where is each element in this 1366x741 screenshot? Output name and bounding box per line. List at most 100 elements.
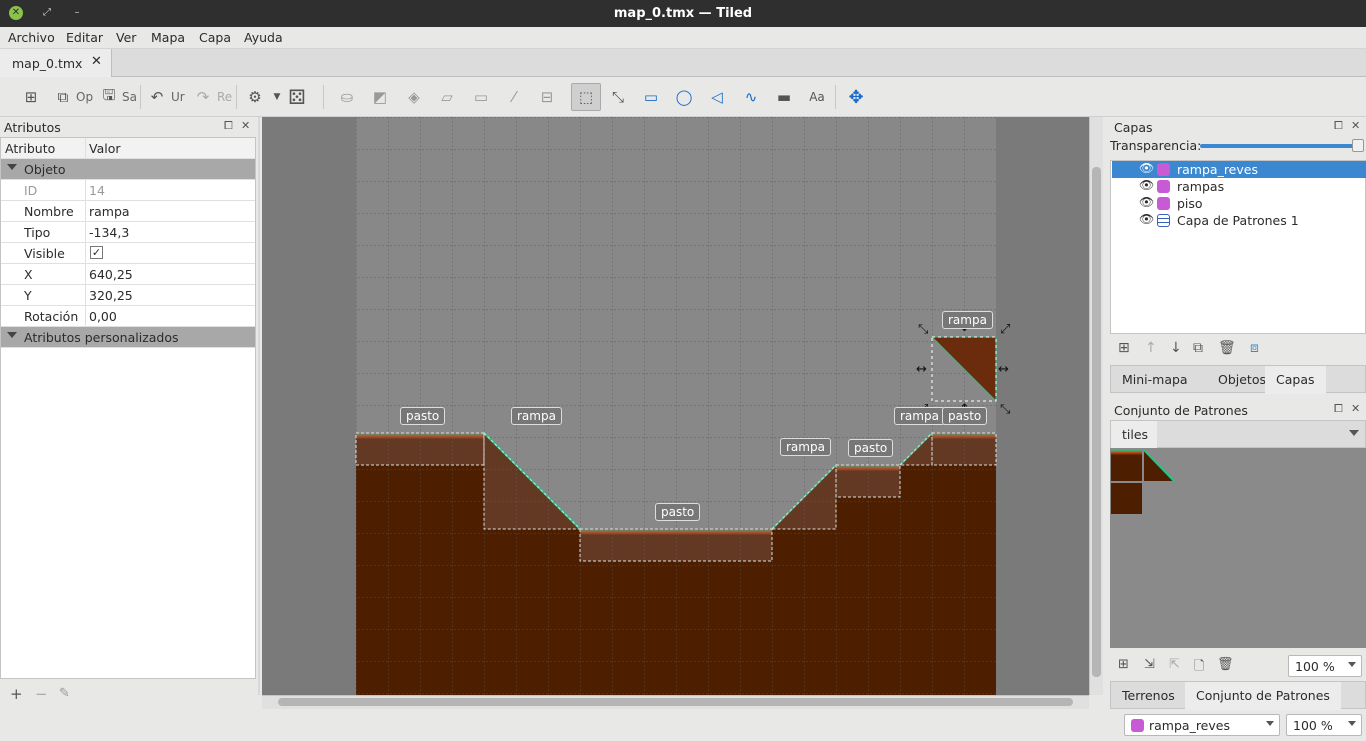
edit-tileset-icon[interactable]: 🗋 xyxy=(1194,657,1204,679)
close-panel-icon[interactable]: ✕ xyxy=(1351,402,1360,415)
magic-wand-icon[interactable]: ⁄ xyxy=(503,86,525,108)
layer-item-capa-de-patrones-1[interactable]: 👁 Capa de Patrones 1 xyxy=(1112,212,1366,229)
rect-select-icon[interactable]: ▭ xyxy=(470,86,492,108)
menu-mapa[interactable]: Mapa xyxy=(151,30,185,45)
import-tileset-icon[interactable]: ⇲ xyxy=(1144,657,1155,672)
property-value[interactable]: -134,3 xyxy=(89,225,129,240)
vertical-scrollbar[interactable] xyxy=(1089,117,1103,695)
tab-terrains[interactable]: Terrenos xyxy=(1111,682,1186,710)
column-header-value[interactable]: Valor xyxy=(89,141,121,156)
select-objects-icon[interactable]: ⬚ xyxy=(571,83,601,111)
property-row[interactable]: Nombre rampa xyxy=(1,201,255,222)
map-view[interactable]: ⤡ ⤢ ↔ ↔ ⤢ ⤡ ↕ ↕ xyxy=(262,117,1089,695)
redo-icon[interactable]: ↷ xyxy=(192,86,214,108)
property-value[interactable]: rampa xyxy=(89,204,130,219)
tileset-view[interactable] xyxy=(1110,448,1366,648)
layer-item-piso[interactable]: 👁 piso xyxy=(1112,195,1366,212)
save-icon[interactable]: 🖫 xyxy=(98,86,120,108)
tab-tilesets[interactable]: Conjunto de Patrones xyxy=(1185,682,1341,710)
column-header-attribute[interactable]: Atributo xyxy=(1,138,86,159)
insert-ellipse-icon[interactable]: ◯ xyxy=(673,86,695,108)
insert-tile-icon[interactable]: ▬ xyxy=(773,86,795,108)
insert-rectangle-icon[interactable]: ▭ xyxy=(640,86,662,108)
open-icon[interactable]: ⧉ xyxy=(52,86,74,108)
remove-property-icon[interactable]: − xyxy=(35,685,48,703)
property-row[interactable]: Rotación 0,00 xyxy=(1,306,255,327)
tileset-menu-icon[interactable] xyxy=(1349,430,1359,436)
undo-label[interactable]: Ur xyxy=(171,90,185,104)
horizontal-scrollbar[interactable] xyxy=(262,695,1089,709)
new-tileset-icon[interactable]: ⊞ xyxy=(1118,657,1129,672)
open-label[interactable]: Op xyxy=(76,90,93,104)
stamp-brush-icon[interactable]: ⛀ xyxy=(336,86,358,108)
raise-layer-icon[interactable]: ↑ xyxy=(1145,340,1157,356)
terrain-brush-icon[interactable]: ◩ xyxy=(369,86,391,108)
menu-ayuda[interactable]: Ayuda xyxy=(244,30,283,45)
layer-item-rampa_reves[interactable]: 👁 rampa_reves xyxy=(1112,161,1366,178)
commands-icon[interactable]: ⚙ xyxy=(244,86,266,108)
visibility-eye-icon[interactable]: 👁 xyxy=(1139,178,1154,192)
map-canvas[interactable]: ⤡ ⤢ ↔ ↔ ⤢ ⤡ ↕ ↕ pasto rampa pasto rampa … xyxy=(262,117,1089,695)
duplicate-layer-icon[interactable]: ⧉ xyxy=(1193,340,1203,356)
menu-archivo[interactable]: Archivo xyxy=(8,30,55,45)
horizontal-scroll-thumb[interactable] xyxy=(278,698,1073,706)
show-other-objects-icon[interactable]: ⧈ xyxy=(1250,340,1259,356)
add-property-icon[interactable]: + xyxy=(10,685,23,703)
menu-ver[interactable]: Ver xyxy=(116,30,136,45)
object-label[interactable]: rampa xyxy=(894,407,945,425)
commands-dropdown-icon[interactable]: ▼ xyxy=(266,86,288,108)
layer-item-rampas[interactable]: 👁 rampas xyxy=(1112,178,1366,195)
property-row[interactable]: Visible ✓ xyxy=(1,243,255,264)
export-tileset-icon[interactable]: ⇱ xyxy=(1169,657,1180,672)
visibility-eye-icon[interactable]: 👁 xyxy=(1139,195,1154,209)
object-label[interactable]: pasto xyxy=(400,407,446,425)
float-panel-icon[interactable]: ⧠ xyxy=(1334,119,1343,133)
tab-minimap[interactable]: Mini-mapa xyxy=(1111,366,1199,394)
redo-label[interactable]: Re xyxy=(217,90,232,104)
property-row[interactable]: Tipo -134,3 xyxy=(1,222,255,243)
property-row[interactable]: X 640,25 xyxy=(1,264,255,285)
add-layer-icon[interactable]: ⊞ xyxy=(1118,340,1130,356)
tab-map[interactable]: map_0.tmx ✕ xyxy=(0,49,112,77)
visibility-eye-icon[interactable]: 👁 xyxy=(1139,212,1154,226)
menu-capa[interactable]: Capa xyxy=(199,30,231,45)
insert-text-icon[interactable]: Aa xyxy=(806,86,828,108)
insert-polyline-icon[interactable]: ∿ xyxy=(740,86,762,108)
random-mode-icon[interactable]: ⚄ xyxy=(286,85,308,109)
delete-layer-icon[interactable]: 🗑 xyxy=(1218,340,1236,356)
object-label[interactable]: rampa xyxy=(511,407,562,425)
object-label[interactable]: pasto xyxy=(942,407,988,425)
bucket-fill-icon[interactable]: ◈ xyxy=(403,86,425,108)
insert-polygon-icon[interactable]: ◁ xyxy=(706,86,728,108)
eraser-icon[interactable]: ▱ xyxy=(436,86,458,108)
move-tool-icon[interactable]: ✥ xyxy=(845,86,867,108)
menu-editar[interactable]: Editar xyxy=(66,30,103,45)
opacity-slider-handle[interactable] xyxy=(1352,139,1364,152)
close-tab-icon[interactable]: ✕ xyxy=(91,54,102,69)
select-same-tile-icon[interactable]: ⊟ xyxy=(536,86,558,108)
property-value[interactable]: 320,25 xyxy=(89,288,133,303)
close-panel-icon[interactable]: ✕ xyxy=(241,119,250,132)
visible-checkbox[interactable]: ✓ xyxy=(90,246,103,259)
rename-property-icon[interactable]: ✎ xyxy=(59,686,70,701)
tab-layers[interactable]: Capas xyxy=(1265,366,1326,394)
object-label[interactable]: pasto xyxy=(655,503,701,521)
tab-tileset-tiles[interactable]: tiles xyxy=(1111,421,1157,448)
opacity-slider[interactable] xyxy=(1200,139,1364,152)
group-custom-properties[interactable]: Atributos personalizados xyxy=(1,327,255,348)
save-label[interactable]: Sa xyxy=(122,90,137,104)
undo-icon[interactable]: ↶ xyxy=(146,86,168,108)
property-value[interactable]: 640,25 xyxy=(89,267,133,282)
float-panel-icon[interactable]: ⧠ xyxy=(1334,402,1343,416)
property-row[interactable]: ID 14 xyxy=(1,180,255,201)
map-zoom-select[interactable]: 100 % xyxy=(1286,714,1362,736)
object-label-selected[interactable]: rampa xyxy=(942,311,993,329)
group-objeto[interactable]: Objeto xyxy=(1,159,255,180)
lower-layer-icon[interactable]: ↓ xyxy=(1170,340,1182,356)
close-panel-icon[interactable]: ✕ xyxy=(1351,119,1360,132)
tileset-zoom-select[interactable]: 100 % xyxy=(1288,655,1362,677)
property-row[interactable]: Y 320,25 xyxy=(1,285,255,306)
property-value[interactable]: 0,00 xyxy=(89,309,117,324)
splitter[interactable] xyxy=(258,117,260,695)
visibility-eye-icon[interactable]: 👁 xyxy=(1139,161,1154,175)
